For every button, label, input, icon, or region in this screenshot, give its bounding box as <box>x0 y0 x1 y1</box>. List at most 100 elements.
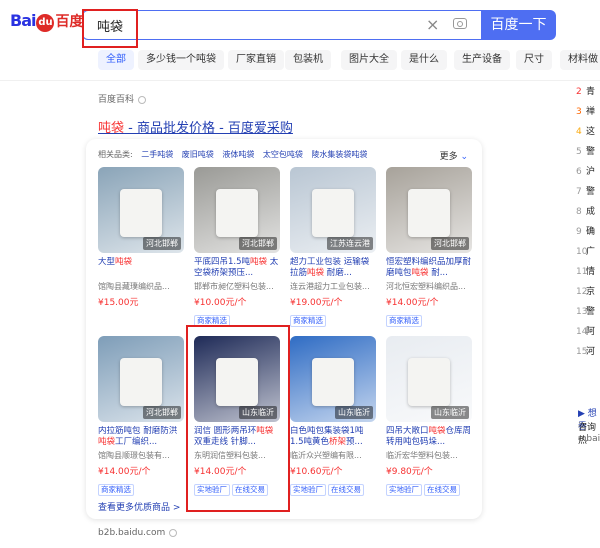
hot-search-text: 广 <box>586 247 596 257</box>
highlight-box-product <box>186 325 290 512</box>
hot-search-item[interactable]: 10广 <box>576 244 600 257</box>
product-item[interactable]: 河北邯郸 内拉筋吨包 耐磨防洪吨袋工厂编织... 馆陶县顺璟包装有... ¥14.00… <box>98 336 184 496</box>
product-price: ¥10.60元/个 <box>290 467 343 477</box>
product-item[interactable]: 山东临沂四吊大敞口吨袋仓库周转用吨包码垛... 临沂宏华塑料包装... ¥9.80元… <box>386 336 472 496</box>
hot-search-text: 阿 <box>586 327 596 337</box>
product-image[interactable]: 河北邯郸 <box>98 167 184 253</box>
product-image[interactable]: 山东临沂 <box>290 336 376 422</box>
bag-shape <box>312 358 354 406</box>
location-tag: 河北邯郸 <box>143 406 181 419</box>
product-badges: 实地验厂 在线交易 <box>386 481 472 496</box>
product-badge: 实地验厂 <box>386 484 422 496</box>
see-more-link[interactable]: 查看更多优质商品 > <box>98 500 180 513</box>
related-cat[interactable]: 太空包吨袋 <box>263 150 303 159</box>
result-title[interactable]: 吨袋 - 商品批发价格 - 百度爱采购 <box>98 117 293 136</box>
more-label: 更多 <box>439 152 458 162</box>
related-cat[interactable]: 废旧吨袋 <box>182 150 214 159</box>
hot-search-item[interactable]: 2青 <box>576 84 600 97</box>
related-categories: 相关品类: 二手吨袋 废旧吨袋 液体吨袋 太空包吨袋 陵水集装袋吨袋 <box>98 149 367 160</box>
product-image[interactable]: 江苏连云港 <box>290 167 376 253</box>
tab-equipment[interactable]: 生产设备 <box>454 50 510 70</box>
product-seller: 临沂宏华塑料包装... <box>386 451 458 460</box>
tab-what[interactable]: 是什么 <box>401 50 447 70</box>
hot-search-item[interactable]: 15河 <box>576 344 600 357</box>
product-badges: 商家精选 <box>386 312 472 327</box>
product-item[interactable]: 山东临沂 白色吨包集装袋1吨1.5吨黄色桥架预... 临沂众兴塑编有限... ¥10.… <box>290 336 376 496</box>
hot-search-item[interactable]: 7警 <box>576 184 600 197</box>
product-name[interactable]: 恒宏塑料编织品加厚耐磨吨包吨袋 耐... <box>386 257 472 279</box>
product-name[interactable]: 超力工业包装 运输袋拉筋吨袋 耐磨... <box>290 257 376 279</box>
source-link[interactable]: b2b.baidu.com <box>98 528 178 538</box>
tab-packer[interactable]: 包装机 <box>285 50 331 70</box>
hot-search-rank: 2 <box>576 87 582 97</box>
product-badge: 实地验厂 <box>290 484 326 496</box>
hot-search-rank: 15 <box>576 347 588 357</box>
related-label: 相关品类: <box>98 150 133 159</box>
hot-search-item[interactable]: 5警 <box>576 144 600 157</box>
hot-search-item[interactable]: 14阿 <box>576 324 600 337</box>
bag-shape <box>408 358 450 406</box>
product-image[interactable]: 山东临沂 <box>386 336 472 422</box>
hot-search-rank: 4 <box>576 127 582 137</box>
hot-search-text: 沪 <box>586 167 596 177</box>
product-badges: 实地验厂 在线交易 <box>290 481 376 496</box>
hot-search-text: 警 <box>586 187 596 197</box>
hot-search-item[interactable]: 9确 <box>576 224 600 237</box>
product-item[interactable]: 河北邯郸 恒宏塑料编织品加厚耐磨吨包吨袋 耐... 河北恒宏塑料编织品... ¥14.… <box>386 167 472 327</box>
tab-size[interactable]: 尺寸 <box>516 50 552 70</box>
hot-search-rank: 3 <box>576 107 582 117</box>
tab-material[interactable]: 材料做 <box>560 50 600 70</box>
product-image[interactable]: 河北邯郸 <box>98 336 184 422</box>
product-image[interactable]: 河北邯郸 <box>194 167 280 253</box>
product-name[interactable]: 四吊大敞口吨袋仓库周转用吨包码垛... <box>386 426 472 448</box>
search-button[interactable]: 百度一下 <box>481 10 556 40</box>
bag-shape <box>408 189 450 237</box>
product-badge: 商家精选 <box>98 484 134 496</box>
hot-search-rank: 13 <box>576 307 588 317</box>
hot-search-rank: 14 <box>576 327 588 337</box>
header: Bai du 百度 吨袋 × 百度一下 全部 多少钱一个吨袋 厂家直销 包装机 图片… <box>0 0 600 80</box>
related-cat[interactable]: 陵水集装袋吨袋 <box>311 150 367 159</box>
hot-search-item[interactable]: 11情 <box>576 264 600 277</box>
product-name[interactable]: 平底四吊1.5吨吨袋 太空袋桥架预压... <box>194 257 280 279</box>
related-cat[interactable]: 液体吨袋 <box>222 150 254 159</box>
product-badges <box>98 312 184 324</box>
baidu-logo[interactable]: Bai du 百度 <box>10 11 83 32</box>
highlight-box-query <box>82 9 138 48</box>
chevron-down-icon: ⌄ <box>460 152 468 162</box>
product-name[interactable]: 大型吨袋 <box>98 257 184 279</box>
baike-source[interactable]: 百度百科 <box>98 92 147 105</box>
tab-price[interactable]: 多少钱一个吨袋 <box>138 50 224 70</box>
hot-search-rank: 6 <box>576 167 582 177</box>
clear-icon[interactable]: × <box>426 15 439 34</box>
hot-search-item[interactable]: 4这 <box>576 124 600 137</box>
camera-icon[interactable] <box>453 18 467 29</box>
hot-search-rank: 5 <box>576 147 582 157</box>
product-item[interactable]: 河北邯郸 大型吨袋 馆陶县藏璞编织品... ¥15.00元 <box>98 167 184 324</box>
tab-all[interactable]: 全部 <box>98 50 134 70</box>
more-button[interactable]: 更多 ⌄ <box>440 149 468 162</box>
product-item[interactable]: 江苏连云港 超力工业包装 运输袋拉筋吨袋 耐磨... 连云港超力工业包装... ¥19… <box>290 167 376 327</box>
hot-search-text: 青 <box>586 87 596 97</box>
product-item[interactable]: 河北邯郸 平底四吊1.5吨吨袋 太空袋桥架预压... 邯郸市昶亿塑料包装... ¥10… <box>194 167 280 327</box>
result-title-keyword: 吨袋 <box>98 121 125 136</box>
product-badges: 商家精选 <box>194 312 280 327</box>
product-badges: 商家精选 <box>290 312 376 327</box>
hot-search-text: 京 <box>586 287 596 297</box>
hot-search-item[interactable]: 13警 <box>576 304 600 317</box>
hot-search-item[interactable]: 3禅 <box>576 104 600 117</box>
logo-baidu: 百度 <box>55 14 84 30</box>
product-badge: 在线交易 <box>424 484 460 496</box>
header-divider <box>0 80 600 81</box>
product-price: ¥9.80元/个 <box>386 467 433 477</box>
tab-factory[interactable]: 厂家直销 <box>228 50 284 70</box>
product-name[interactable]: 内拉筋吨包 耐磨防洪吨袋工厂编织... <box>98 426 184 448</box>
tab-images[interactable]: 图片大全 <box>341 50 397 70</box>
hot-search-item[interactable]: 12京 <box>576 284 600 297</box>
hot-search-item[interactable]: 8成 <box>576 204 600 217</box>
hot-search-item[interactable]: 6沪 <box>576 164 600 177</box>
product-name[interactable]: 白色吨包集装袋1吨1.5吨黄色桥架预... <box>290 426 376 448</box>
search-box[interactable]: 吨袋 × <box>82 10 482 40</box>
product-image[interactable]: 河北邯郸 <box>386 167 472 253</box>
related-cat[interactable]: 二手吨袋 <box>141 150 173 159</box>
